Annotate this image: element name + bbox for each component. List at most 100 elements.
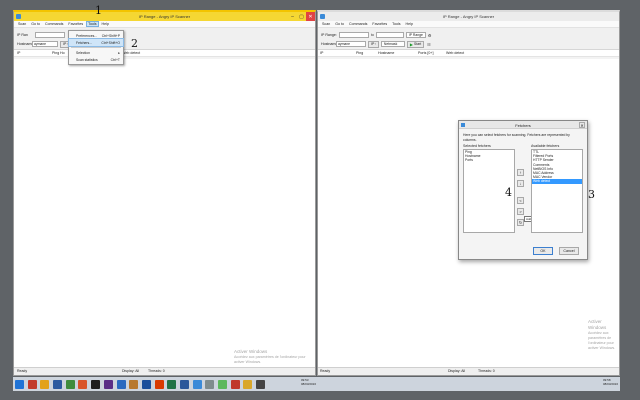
ip-range-input[interactable]	[35, 32, 65, 38]
status-ready: Ready	[17, 369, 28, 373]
left-results-table[interactable]: Activer Windows Accédez aux paramètres d…	[14, 59, 315, 367]
app-icon[interactable]	[53, 379, 63, 389]
columns-icon[interactable]: ☷	[427, 42, 431, 47]
status-display: Display: All	[448, 369, 466, 373]
app-icon[interactable]	[167, 379, 177, 389]
available-fetchers-label: Available fetchers	[531, 144, 560, 148]
menu-help[interactable]: Help	[101, 22, 110, 26]
left-title-bar: IP Range - Angry IP Scanner – ▢ ✕	[14, 12, 315, 21]
app-icon[interactable]	[116, 379, 126, 389]
app-icon[interactable]	[65, 379, 75, 389]
menu-commands[interactable]: Commands	[44, 22, 64, 26]
list-item-selected[interactable]: Web detect	[532, 179, 582, 184]
app-icon[interactable]	[91, 379, 101, 389]
ip-range-start-input[interactable]	[339, 32, 369, 38]
app-icon[interactable]	[179, 379, 189, 389]
app-icon[interactable]	[256, 379, 266, 389]
list-item[interactable]: Ports	[464, 158, 514, 162]
app-icon[interactable]	[27, 379, 37, 389]
app-icon[interactable]	[243, 379, 253, 389]
menu-separator	[71, 47, 121, 48]
menu-goto[interactable]: Go to	[334, 22, 345, 26]
right-column-header: IP Ping Hostname Ports [0+] Web detect	[318, 50, 619, 57]
callout-3: 3	[588, 188, 595, 201]
menu-tools[interactable]: Tools	[391, 22, 401, 26]
hostname-label: Hostname:	[321, 42, 339, 46]
app-icon[interactable]	[218, 379, 227, 389]
activation-watermark: Activer Windows Accédez aux paramètres d…	[588, 319, 616, 350]
app-icon[interactable]	[141, 379, 151, 389]
fetchers-dialog: Fetchers ✕ Here you can select fetchers …	[458, 120, 588, 260]
ip-range-end-input[interactable]	[375, 32, 404, 38]
menu-item-scan-statistics[interactable]: Scan statistics Ctrl+T	[69, 56, 123, 63]
menu-item-selection[interactable]: Selection ▸	[69, 49, 123, 56]
range-to-label: to	[371, 33, 374, 37]
col-ports[interactable]: Ports [0+]	[418, 51, 433, 55]
app-icon[interactable]	[103, 379, 113, 389]
start-icon[interactable]	[15, 379, 24, 389]
app-icon[interactable]	[192, 379, 202, 389]
move-down-button[interactable]: ↓	[517, 180, 524, 187]
hostname-input[interactable]: aymane	[32, 41, 58, 47]
callout-2: 2	[131, 37, 138, 50]
folder-icon[interactable]	[40, 379, 50, 389]
menu-favorites[interactable]: Favorites	[67, 22, 84, 26]
col-hostname[interactable]: Hostname	[378, 51, 394, 55]
right-title-bar: IP Range - Angry IP Scanner	[318, 12, 619, 21]
right-menubar: Scan Go to Commands Favorites Tools Help	[318, 21, 619, 28]
menu-favorites[interactable]: Favorites	[371, 22, 388, 26]
app-icon[interactable]	[154, 379, 164, 389]
app-icon[interactable]	[129, 379, 139, 389]
left-window: IP Range - Angry IP Scanner – ▢ ✕ Scan G…	[13, 10, 316, 376]
col-ip[interactable]: IP	[320, 51, 323, 55]
col-hostname[interactable]: Ho	[60, 51, 65, 55]
dialog-title-bar: Fetchers ✕	[459, 121, 587, 129]
right-window-title: IP Range - Angry IP Scanner	[442, 14, 495, 19]
move-up-button[interactable]: ↑	[517, 169, 524, 176]
menu-help[interactable]: Help	[405, 22, 414, 26]
menu-item-preferences[interactable]: Preferences... Ctrl+Shift+P	[69, 32, 123, 39]
status-threads: Threads: 0	[478, 369, 495, 373]
add-fetcher-button[interactable]: <	[517, 197, 524, 204]
maximize-icon[interactable]: ▢	[297, 12, 306, 21]
dialog-title: Fetchers	[515, 122, 531, 128]
dialog-close-icon[interactable]: ✕	[579, 122, 585, 128]
minimize-icon[interactable]: –	[288, 12, 297, 21]
col-ip[interactable]: IP	[17, 51, 20, 55]
netmask-select[interactable]: Netmask	[380, 41, 405, 47]
hostname-input[interactable]: aymane	[336, 41, 366, 47]
col-web-detect[interactable]: Web detect	[122, 51, 140, 55]
menu-tools[interactable]: Tools	[86, 21, 99, 27]
left-window-title: IP Range - Angry IP Scanner	[138, 14, 191, 19]
menu-item-fetchers[interactable]: Fetchers... Ctrl+Shift+O	[68, 38, 124, 47]
app-icon[interactable]	[205, 379, 215, 389]
right-toolbar: IP Range: to IP Range ⚙ Hostname: aymane…	[318, 28, 619, 50]
ip-up-button[interactable]: IP↑	[368, 40, 379, 48]
cancel-button[interactable]: Cancel	[559, 247, 579, 255]
remove-fetcher-button[interactable]: >	[517, 208, 524, 215]
menu-commands[interactable]: Commands	[348, 22, 368, 26]
col-web-detect[interactable]: Web detect	[446, 51, 464, 55]
available-fetchers-list[interactable]: TTL Filtered Ports HTTP Sender Comments …	[531, 149, 583, 233]
menu-scan[interactable]: Scan	[321, 22, 331, 26]
range-type-select[interactable]: IP Range	[405, 32, 426, 38]
callout-4: 4	[505, 186, 512, 199]
close-icon[interactable]: ✕	[306, 12, 315, 21]
callout-1: 1	[95, 4, 102, 17]
menu-goto[interactable]: Go to	[30, 22, 41, 26]
left-menubar: Scan Go to Commands Favorites Tools Help	[14, 21, 315, 28]
tools-dropdown: Preferences... Ctrl+Shift+P Fetchers... Ct…	[68, 30, 124, 65]
settings-icon[interactable]: ⚙	[428, 33, 432, 38]
hostname-label: Hostname:	[17, 42, 35, 46]
taskbar: 09:53 08/03/2016 09:58 08/03/2016	[13, 377, 620, 391]
col-ping[interactable]: Ping	[356, 51, 363, 55]
refresh-button[interactable]: ↻	[517, 219, 524, 226]
ok-button[interactable]: OK	[533, 247, 553, 255]
ip-range-label: IP Range:	[321, 33, 337, 37]
start-button[interactable]: ▶ Start	[406, 40, 425, 48]
col-ping[interactable]: Ping	[52, 51, 59, 55]
menu-scan[interactable]: Scan	[17, 22, 27, 26]
play-icon: ▶	[409, 41, 413, 47]
browser-icon[interactable]	[78, 379, 88, 389]
app-icon[interactable]	[230, 379, 240, 389]
